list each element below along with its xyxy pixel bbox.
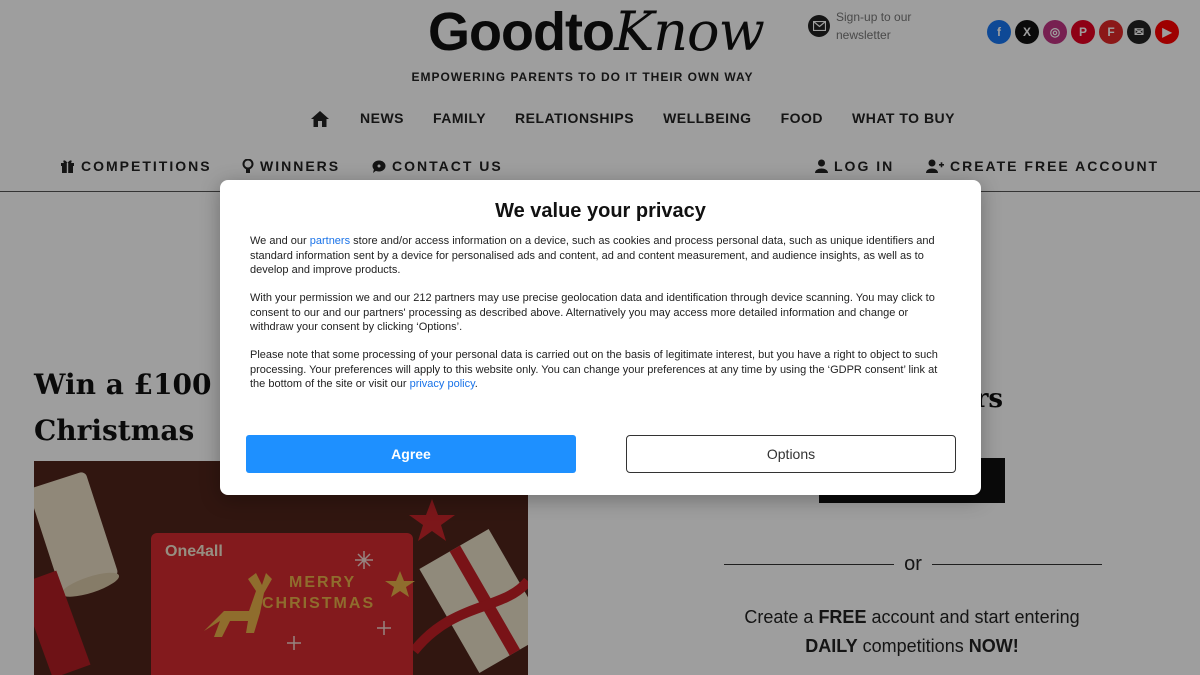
- consent-paragraph-1: We and our partners store and/or access …: [250, 235, 935, 276]
- agree-button[interactable]: Agree: [246, 435, 576, 473]
- options-button[interactable]: Options: [626, 435, 956, 473]
- privacy-consent-dialog: We value your privacy We and our partner…: [220, 180, 981, 495]
- partners-link[interactable]: partners: [310, 235, 350, 247]
- consent-paragraph-2: With your permission we and our 212 part…: [250, 292, 935, 333]
- consent-paragraph-3: Please note that some processing of your…: [250, 349, 938, 390]
- consent-title: We value your privacy: [495, 200, 706, 222]
- privacy-policy-link[interactable]: privacy policy: [410, 378, 475, 390]
